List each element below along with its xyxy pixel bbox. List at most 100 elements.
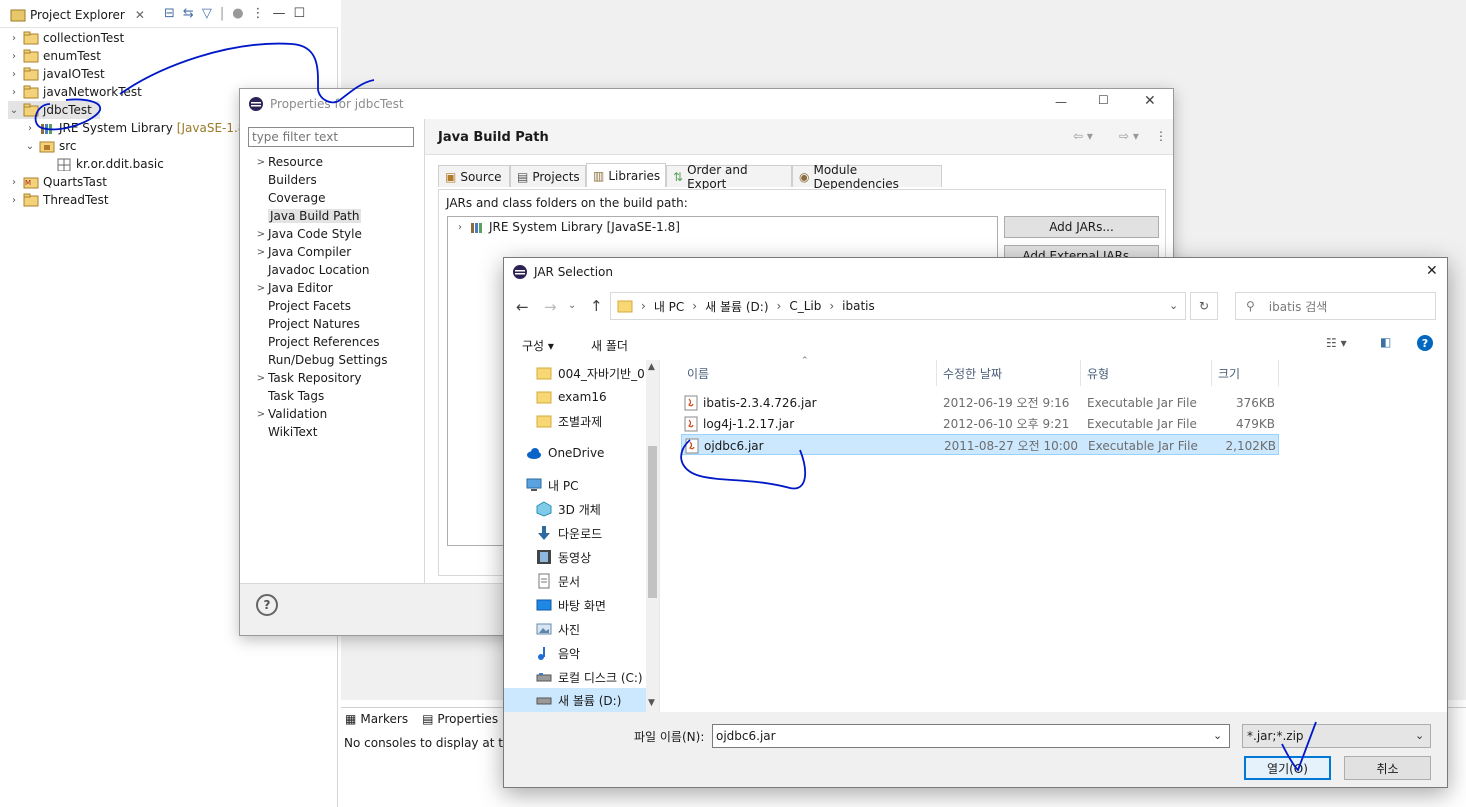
nav-resource[interactable]: > Resource bbox=[254, 153, 323, 171]
preview-pane-icon[interactable]: ◧ bbox=[1380, 335, 1391, 349]
open-button[interactable]: 열기(O) bbox=[1244, 756, 1331, 780]
nav-documents[interactable]: 문서 bbox=[536, 570, 580, 592]
chevron-right-icon[interactable]: > bbox=[254, 372, 268, 384]
scroll-up-icon[interactable]: ▲ bbox=[648, 362, 655, 372]
tab-libraries[interactable]: ▥ Libraries bbox=[586, 163, 666, 187]
nav-folder[interactable]: 조별과제 bbox=[536, 410, 602, 432]
nav-java-compiler[interactable]: > Java Compiler bbox=[254, 243, 351, 261]
nav-new-volume-selected[interactable]: 새 볼륨 (D:) bbox=[504, 688, 646, 712]
column-name[interactable]: 이름 bbox=[681, 360, 937, 386]
nav-java-code-style[interactable]: > Java Code Style bbox=[254, 225, 362, 243]
chevron-right-icon[interactable]: › bbox=[8, 176, 20, 188]
chevron-right-icon[interactable]: > bbox=[254, 246, 268, 258]
nav-3d-objects[interactable]: 3D 개체 bbox=[536, 498, 601, 520]
file-type-filter[interactable]: *.jar;*.zip ⌄ bbox=[1242, 724, 1431, 748]
chevron-down-icon[interactable]: ⌄ bbox=[1213, 729, 1222, 742]
dialog-titlebar[interactable]: Properties for jdbcTest — ☐ ✕ bbox=[240, 89, 1173, 119]
chevron-right-icon[interactable]: › bbox=[454, 221, 466, 233]
nav-project-references[interactable]: Project References bbox=[254, 333, 380, 351]
tab-order-export[interactable]: ⇅ Order and Export bbox=[666, 163, 792, 191]
add-jars-button[interactable]: Add JARs... bbox=[1004, 216, 1159, 238]
tab-project-explorer[interactable]: Project Explorer ✕ bbox=[4, 4, 151, 26]
cancel-button[interactable]: 취소 bbox=[1344, 756, 1431, 780]
recent-dropdown-icon[interactable]: ⌄ bbox=[568, 300, 576, 311]
chevron-right-icon[interactable]: › bbox=[8, 32, 20, 44]
minimize-icon[interactable]: — bbox=[1055, 95, 1067, 109]
maximize-icon[interactable]: ☐ bbox=[1098, 93, 1109, 107]
scrollbar-thumb[interactable] bbox=[648, 446, 657, 598]
chevron-right-icon[interactable]: > bbox=[254, 408, 268, 420]
dialog-titlebar[interactable]: JAR Selection ✕ bbox=[504, 258, 1447, 286]
nav-project-facets[interactable]: Project Facets bbox=[254, 297, 351, 315]
close-icon[interactable]: ✕ bbox=[135, 8, 145, 22]
tree-project[interactable]: › ThreadTest bbox=[8, 191, 109, 209]
link-editor-icon[interactable]: ⇆ bbox=[183, 6, 194, 21]
column-size[interactable]: 크기 bbox=[1212, 360, 1279, 386]
file-row-selected[interactable]: ojdbc6.jar 2011-08-27 오전 10:00 Executabl… bbox=[681, 434, 1279, 455]
chevron-right-icon[interactable]: › bbox=[24, 122, 36, 134]
tree-library[interactable]: › JRE System Library [JavaSE-1.8] bbox=[454, 220, 680, 234]
tab-projects[interactable]: ▤ Projects bbox=[510, 165, 586, 187]
nav-onedrive[interactable]: OneDrive bbox=[526, 442, 604, 464]
nav-java-build-path[interactable]: Java Build Path bbox=[254, 207, 362, 225]
file-row[interactable]: log4j-1.2.17.jar 2012-06-10 오후 9:21 Exec… bbox=[681, 413, 1279, 434]
column-modified[interactable]: 수정한 날짜 bbox=[937, 360, 1081, 386]
filename-combobox[interactable]: ojdbc6.jar ⌄ bbox=[712, 724, 1230, 748]
nav-music[interactable]: 음악 bbox=[536, 642, 580, 664]
breadcrumb-item[interactable]: 내 PC bbox=[654, 298, 684, 315]
nav-javadoc-location[interactable]: Javadoc Location bbox=[254, 261, 369, 279]
view-menu-icon[interactable]: ⋮ bbox=[252, 6, 265, 21]
back-icon[interactable]: ⇦ ▾ bbox=[1073, 129, 1093, 143]
nav-wikitext[interactable]: WikiText bbox=[254, 423, 318, 441]
filter-input[interactable] bbox=[248, 127, 414, 147]
collapse-all-icon[interactable]: ⊟ bbox=[164, 6, 175, 21]
file-row[interactable]: ibatis-2.3.4.726.jar 2012-06-19 오전 9:16 … bbox=[681, 392, 1279, 413]
help-icon[interactable]: ? bbox=[1417, 335, 1433, 351]
chevron-right-icon[interactable]: › bbox=[8, 86, 20, 98]
nav-task-tags[interactable]: Task Tags bbox=[254, 387, 324, 405]
nav-validation[interactable]: > Validation bbox=[254, 405, 327, 423]
tree-project[interactable]: › javaNetworkTest bbox=[8, 83, 142, 101]
back-arrow-icon[interactable]: ← bbox=[516, 298, 529, 316]
chevron-down-icon[interactable]: ⌄ bbox=[8, 104, 20, 116]
maximize-icon[interactable]: ☐ bbox=[294, 6, 306, 21]
nav-desktop[interactable]: 바탕 화면 bbox=[536, 594, 606, 616]
breadcrumb-item[interactable]: 새 볼륨 (D:) bbox=[705, 298, 768, 315]
new-folder-button[interactable]: 새 폴더 bbox=[591, 337, 628, 354]
chevron-down-icon[interactable]: ⌄ bbox=[1415, 729, 1424, 742]
nav-folder[interactable]: 004_자바기반_0 bbox=[536, 362, 645, 384]
nav-task-repository[interactable]: > Task Repository bbox=[254, 369, 362, 387]
view-menu-icon[interactable]: ⋮ bbox=[1155, 129, 1167, 143]
nav-pictures[interactable]: 사진 bbox=[536, 618, 580, 640]
column-type[interactable]: 유형 bbox=[1081, 360, 1212, 386]
filter-icon[interactable]: ▽ bbox=[202, 6, 212, 21]
view-options-icon[interactable]: ☷ ▾ bbox=[1326, 336, 1347, 350]
refresh-icon[interactable]: ↻ bbox=[1190, 292, 1218, 320]
minimize-icon[interactable]: — bbox=[273, 6, 286, 21]
tree-project[interactable]: › M QuartsTast bbox=[8, 173, 107, 191]
tree-project-selected[interactable]: ⌄ jdbcTest bbox=[8, 101, 100, 119]
chevron-right-icon[interactable]: > bbox=[254, 282, 268, 294]
search-box[interactable]: ⚲ ibatis 검색 bbox=[1235, 292, 1436, 320]
up-arrow-icon[interactable]: ↑ bbox=[590, 297, 603, 315]
chevron-down-icon[interactable]: ⌄ bbox=[24, 140, 36, 152]
chevron-right-icon[interactable]: › bbox=[8, 50, 20, 62]
forward-icon[interactable]: ⇨ ▾ bbox=[1119, 129, 1139, 143]
close-icon[interactable]: ✕ bbox=[1426, 263, 1438, 279]
chevron-right-icon[interactable]: › bbox=[8, 68, 20, 80]
nav-videos[interactable]: 동영상 bbox=[536, 546, 591, 568]
tab-module-dependencies[interactable]: ◉ Module Dependencies bbox=[792, 163, 942, 191]
nav-coverage[interactable]: Coverage bbox=[254, 189, 326, 207]
breadcrumb-item[interactable]: C_Lib bbox=[789, 299, 821, 313]
tree-project[interactable]: › javaIOTest bbox=[8, 65, 105, 83]
nav-run-debug-settings[interactable]: Run/Debug Settings bbox=[254, 351, 388, 369]
nav-local-disk[interactable]: 로컬 디스크 (C:) bbox=[536, 666, 643, 688]
scroll-down-icon[interactable]: ▼ bbox=[648, 698, 655, 708]
chevron-right-icon[interactable]: > bbox=[254, 228, 268, 240]
nav-downloads[interactable]: 다운로드 bbox=[536, 522, 602, 544]
breadcrumb-item[interactable]: ibatis bbox=[842, 299, 875, 313]
organize-button[interactable]: 구성 ▾ bbox=[522, 337, 554, 354]
chevron-down-icon[interactable]: ⌄ bbox=[1169, 299, 1178, 312]
nav-this-pc[interactable]: 내 PC bbox=[526, 474, 578, 496]
tree-package[interactable]: kr.or.ddit.basic bbox=[56, 155, 164, 173]
